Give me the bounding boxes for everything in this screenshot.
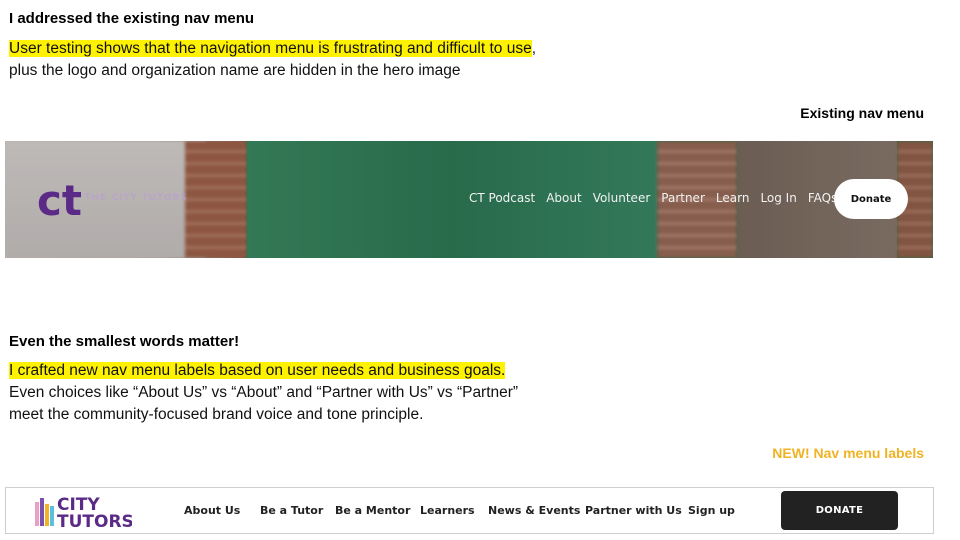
text-line: plus the logo and organization name are … (9, 62, 461, 79)
city-tutors-logo-icon[interactable]: CITY TUTORS (32, 492, 132, 530)
highlighted-text: User testing shows that the navigation m… (9, 40, 532, 57)
text-line: meet the community-focused brand voice a… (9, 406, 424, 423)
new-nav-item-be-a-tutor[interactable]: Be a Tutor (260, 504, 323, 517)
old-donate-button[interactable]: Donate (834, 179, 908, 219)
old-nav-item-about[interactable]: About (546, 191, 581, 205)
old-nav-item-podcast[interactable]: CT Podcast (469, 191, 535, 205)
section-heading-words: Even the smallest words matter! (9, 333, 240, 350)
existing-nav-hero: ct THE CITY TUTORS CT Podcast About Volu… (5, 141, 933, 258)
logo-line-tutors: TUTORS (57, 512, 132, 530)
existing-nav-label: Existing nav menu (800, 105, 924, 121)
new-nav-bar: CITY TUTORS About Us Be a Tutor Be a Men… (5, 487, 934, 534)
ct-logo-mark: ct (37, 176, 82, 221)
old-nav-item-login[interactable]: Log In (760, 191, 796, 205)
new-donate-button[interactable]: DONATE (781, 491, 898, 530)
new-nav-item-partner-with-us[interactable]: Partner with Us (585, 504, 682, 517)
new-nav-item-sign-up[interactable]: Sign up (688, 504, 735, 517)
new-nav-item-learners[interactable]: Learners (420, 504, 475, 517)
ct-logo-icon[interactable]: ct (35, 169, 87, 221)
new-nav-label: NEW! Nav menu labels (772, 445, 924, 461)
old-nav-item-volunteer[interactable]: Volunteer (593, 191, 651, 205)
old-nav-item-partner[interactable]: Partner (661, 191, 705, 205)
old-nav-item-learn[interactable]: Learn (716, 191, 750, 205)
section-text-words: I crafted new nav menu labels based on u… (9, 360, 518, 426)
new-nav-item-be-a-mentor[interactable]: Be a Mentor (335, 504, 410, 517)
old-nav-menu: CT Podcast About Volunteer Partner Learn… (469, 191, 837, 205)
new-nav-item-about-us[interactable]: About Us (184, 504, 240, 517)
text-tail: , (531, 40, 537, 57)
section-heading-existing: I addressed the existing nav menu (9, 10, 255, 27)
old-nav-item-faqs[interactable]: FAQs (808, 191, 838, 205)
highlighted-text: I crafted new nav menu labels based on u… (9, 362, 506, 379)
new-nav-item-news-events[interactable]: News & Events (488, 504, 580, 517)
section-text-existing: User testing shows that the navigation m… (9, 38, 536, 82)
text-line: Even choices like “About Us” vs “About” … (9, 384, 519, 401)
old-logo-text: THE CITY TUTORS (85, 193, 188, 203)
building-icon (35, 498, 54, 526)
